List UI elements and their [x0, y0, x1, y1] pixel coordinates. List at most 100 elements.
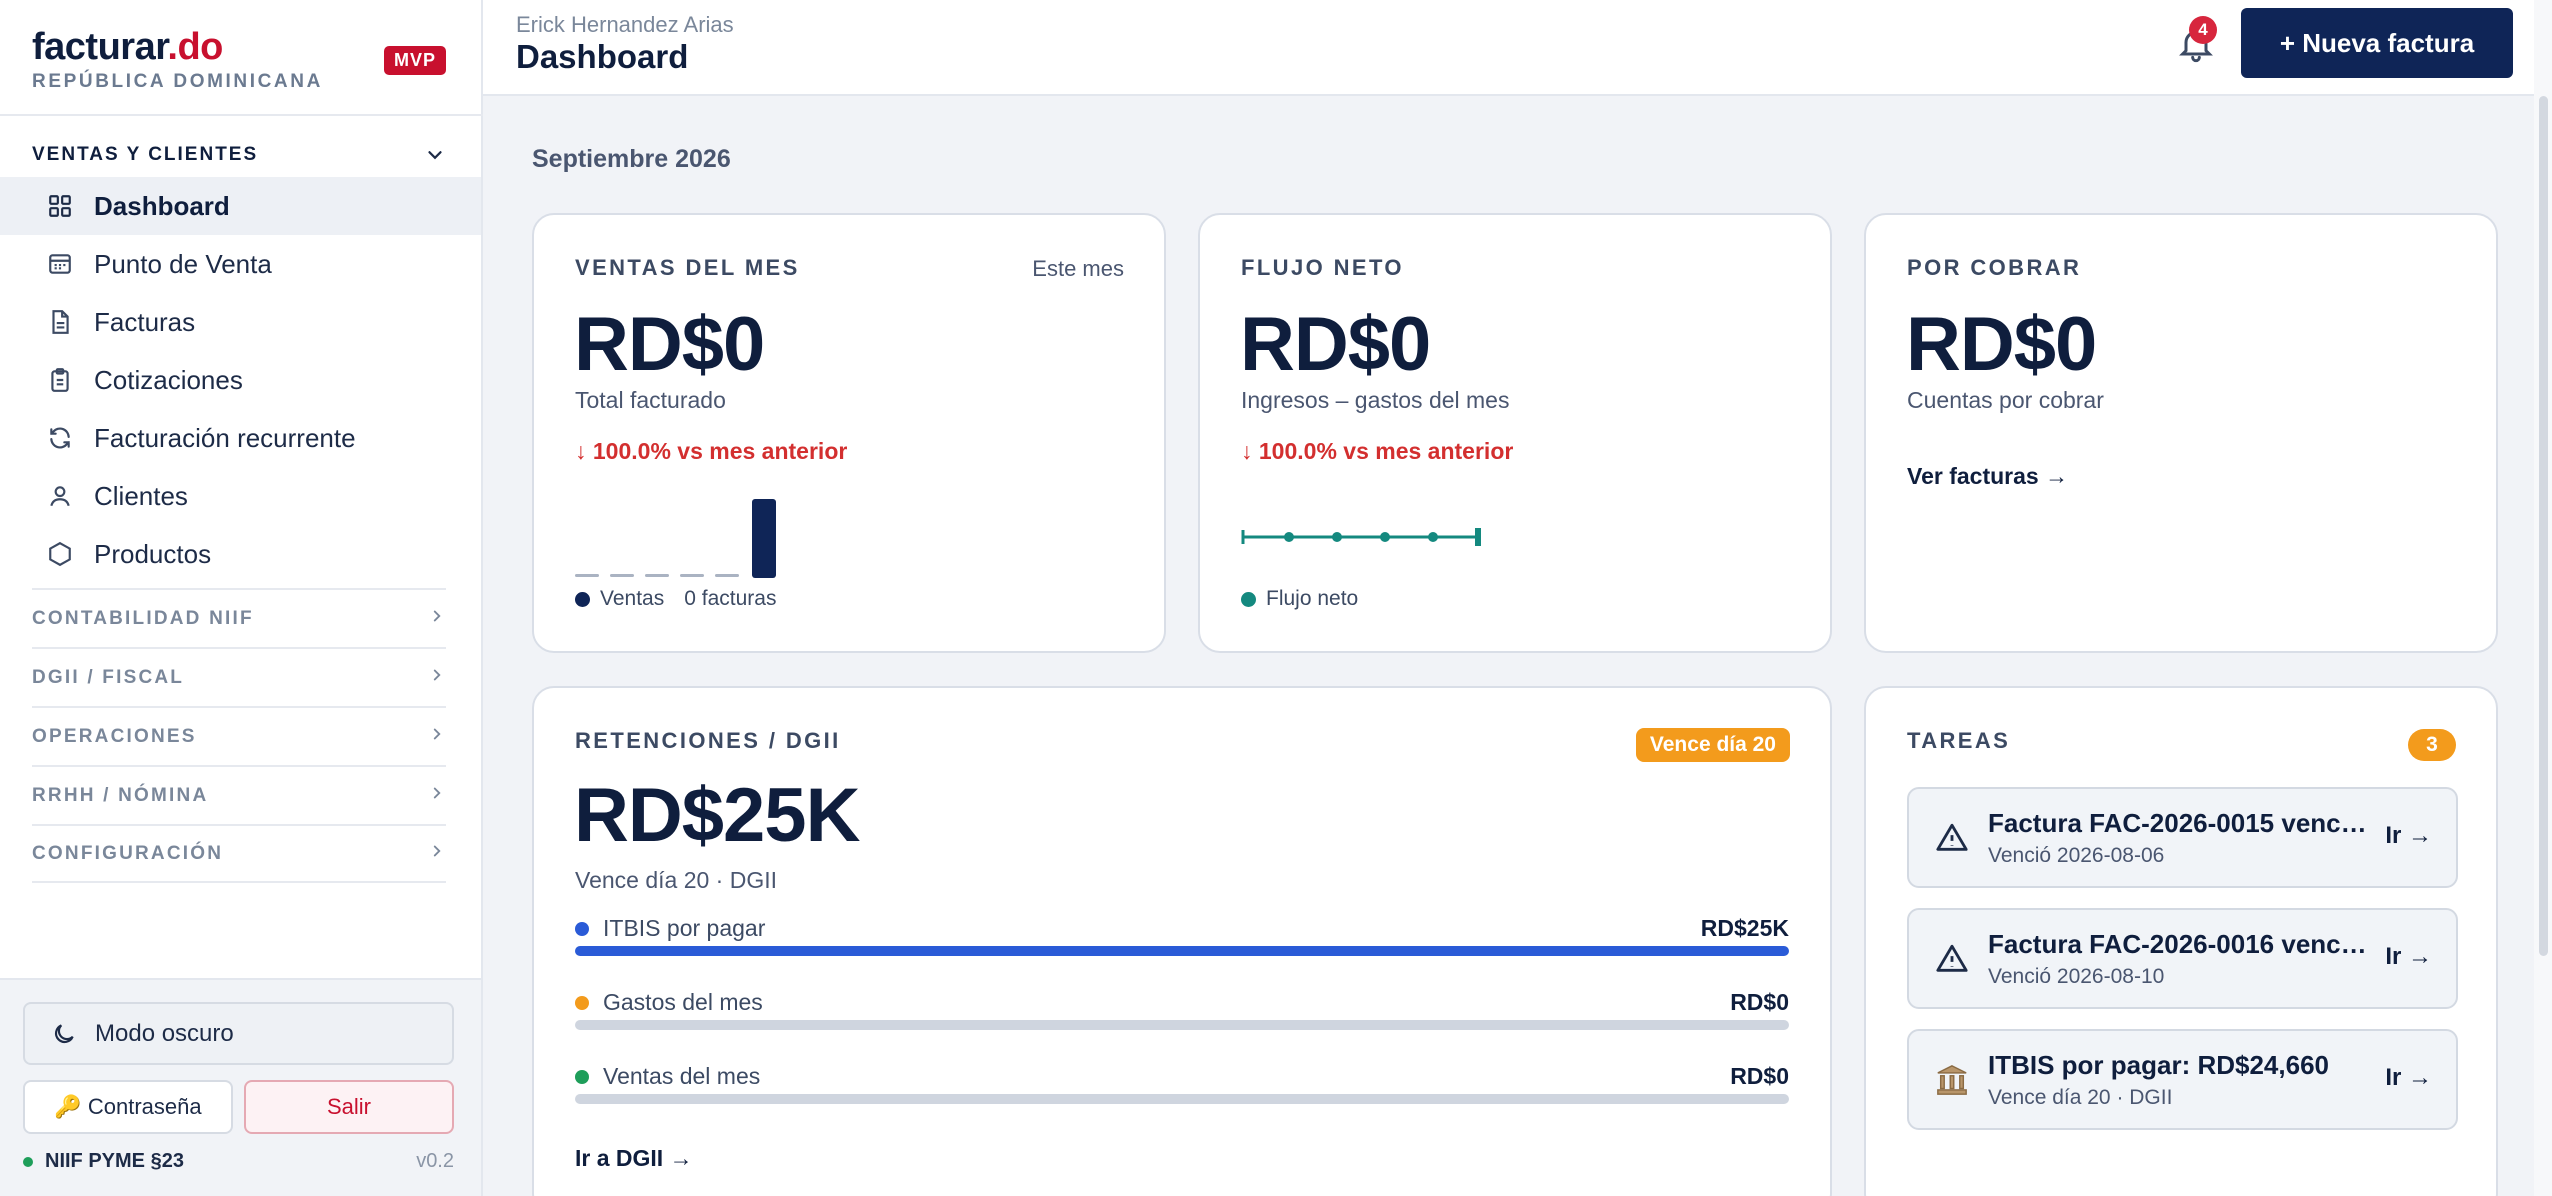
- progress-fill: [575, 946, 1789, 956]
- period-label: Septiembre 2026: [532, 145, 731, 173]
- card-label: FLUJO NETO: [1241, 255, 1404, 280]
- sales-subtitle: Total facturado: [575, 387, 726, 413]
- nav-section-label: RRHH / NÓMINA: [32, 784, 209, 806]
- dark-mode-label: Modo oscuro: [95, 1019, 234, 1047]
- sales-delta: ↓ 100.0% vs mes anterior: [575, 438, 848, 464]
- task-subtitle: Vence día 20 · DGII: [1988, 1086, 2173, 1109]
- sales-card: VENTAS DEL MES Este mes RD$0 Total factu…: [532, 213, 1166, 653]
- task-go-link[interactable]: Ir →: [2385, 1064, 2432, 1092]
- sidebar-item-clientes[interactable]: Clientes: [0, 467, 481, 525]
- range-label[interactable]: Este mes: [1032, 256, 1124, 282]
- user-name: Erick Hernandez Arias: [516, 12, 734, 37]
- brand-logo[interactable]: facturar.do REPÚBLICA DOMINICANA: [32, 26, 323, 93]
- warning-icon: [1935, 821, 1969, 855]
- task-count-badge: 3: [2408, 729, 2456, 761]
- nav-section-rrhh-nomina[interactable]: RRHH / NÓMINA: [32, 765, 446, 824]
- document-icon: [46, 308, 74, 336]
- brand-name: facturar.do: [32, 26, 223, 68]
- nav-section-operaciones[interactable]: OPERACIONES: [32, 706, 446, 765]
- nav-group-ventas-y-clientes[interactable]: VENTAS Y CLIENTES: [32, 144, 446, 168]
- page-title: Dashboard: [516, 38, 689, 75]
- sidebar-item-label: Punto de Venta: [94, 248, 272, 279]
- view-invoices-link[interactable]: Ver facturas →: [1907, 463, 2068, 490]
- chart-bar: [680, 574, 704, 577]
- row-name: Ventas del mes: [575, 1063, 760, 1090]
- row-name: Gastos del mes: [575, 989, 763, 1016]
- status-dot: [23, 1156, 33, 1167]
- task-item[interactable]: ITBIS por pagar: RD$24,660 Vence día 20 …: [1907, 1029, 2458, 1130]
- receivables-card: POR COBRAR RD$0 Cuentas por cobrar Ver f…: [1864, 213, 2498, 653]
- legend-dot: [1241, 591, 1256, 607]
- due-date-badge: Vence día 20: [1635, 728, 1790, 762]
- dark-mode-button[interactable]: Modo oscuro: [23, 1002, 454, 1065]
- sidebar-item-cotizaciones[interactable]: Cotizaciones: [0, 351, 481, 409]
- sidebar-item-punto-de-venta[interactable]: Punto de Venta: [0, 235, 481, 293]
- chevron-right-icon: [428, 784, 446, 807]
- chart-bar: [715, 574, 739, 577]
- notification-count-badge: 4: [2189, 16, 2217, 44]
- grid-icon: [46, 192, 74, 220]
- net-flow-subtitle: Ingresos – gastos del mes: [1241, 387, 1510, 413]
- brand-country: REPÚBLICA DOMINICANA: [32, 71, 323, 92]
- logout-button[interactable]: Salir: [244, 1080, 454, 1134]
- sidebar-item-facturacion-recurrente[interactable]: Facturación recurrente: [0, 409, 481, 467]
- bank-icon: [1935, 1063, 1969, 1097]
- sidebar-item-dashboard[interactable]: Dashboard: [0, 177, 481, 235]
- task-title: ITBIS por pagar: RD$24,660: [1988, 1050, 2329, 1080]
- sidebar-item-label: Facturación recurrente: [94, 422, 356, 453]
- sidebar-item-productos[interactable]: Productos: [0, 525, 481, 583]
- task-subtitle: Venció 2026-08-10: [1988, 965, 2165, 988]
- new-invoice-button[interactable]: + Nueva factura: [2241, 8, 2513, 78]
- standard-indicator: NIIF PYME §23: [23, 1150, 184, 1173]
- receivables-subtitle: Cuentas por cobrar: [1907, 387, 2104, 413]
- nav-section-label: CONTABILIDAD NIIF: [32, 607, 254, 629]
- change-password-button[interactable]: 🔑 Contraseña: [23, 1080, 233, 1134]
- nav-section-contabilidad-niif[interactable]: CONTABILIDAD NIIF: [32, 588, 446, 647]
- chart-bar: [575, 574, 599, 577]
- top-header: Erick Hernandez Arias Dashboard 4 + Nuev…: [483, 0, 2552, 96]
- chevron-right-icon: [428, 607, 446, 630]
- nav-section-label: OPERACIONES: [32, 725, 197, 747]
- nav-section-configuracion[interactable]: CONFIGURACIÓN: [32, 824, 446, 883]
- sparkline-point: [1428, 532, 1438, 542]
- net-flow-sparkline: [1241, 528, 1481, 546]
- legend-dot: [575, 591, 590, 607]
- refresh-icon: [46, 424, 74, 452]
- nav-section-label: DGII / FISCAL: [32, 666, 185, 688]
- sparkline-end-marker: [1475, 528, 1481, 546]
- clipboard-icon: [46, 366, 74, 394]
- chevron-right-icon: [428, 842, 446, 865]
- task-go-link[interactable]: Ir →: [2385, 943, 2432, 971]
- sidebar-item-facturas[interactable]: Facturas: [0, 293, 481, 351]
- task-title: Factura FAC-2026-0015 vencida: [1988, 808, 2368, 838]
- chart-bar: [752, 499, 776, 578]
- net-flow-delta: ↓ 100.0% vs mes anterior: [1241, 438, 1514, 464]
- task-item[interactable]: Factura FAC-2026-0016 vencida Venció 202…: [1907, 908, 2458, 1009]
- chevron-right-icon: [428, 666, 446, 689]
- chart-bar: [645, 574, 669, 577]
- task-title: Factura FAC-2026-0016 vencida: [1988, 929, 2368, 959]
- chart-bar: [610, 574, 634, 577]
- sidebar-item-label: Cotizaciones: [94, 364, 243, 395]
- task-item[interactable]: Factura FAC-2026-0015 vencida Venció 202…: [1907, 787, 2458, 888]
- progress-track: [575, 1020, 1789, 1030]
- progress-track: [575, 1094, 1789, 1104]
- sidebar-item-label: Clientes: [94, 480, 188, 511]
- sidebar: facturar.do REPÚBLICA DOMINICANA MVP VEN…: [0, 0, 483, 1196]
- chevron-down-icon: [424, 144, 446, 171]
- task-go-link[interactable]: Ir →: [2385, 822, 2432, 850]
- receivables-value: RD$0: [1906, 302, 2097, 387]
- divider: [0, 114, 483, 116]
- scrollbar-thumb[interactable]: [2539, 96, 2548, 956]
- nav-group-label: VENTAS Y CLIENTES: [32, 144, 259, 165]
- sidebar-item-label: Productos: [94, 538, 212, 569]
- card-label: RETENCIONES / DGII: [575, 728, 841, 753]
- go-to-dgii-link[interactable]: Ir a DGII →: [575, 1145, 693, 1172]
- legend-dot: [575, 995, 589, 1010]
- nav-section-dgii-fiscal[interactable]: DGII / FISCAL: [32, 647, 446, 706]
- card-label: POR COBRAR: [1907, 255, 2082, 280]
- user-icon: [46, 482, 74, 510]
- chevron-right-icon: [428, 725, 446, 748]
- row-amount: RD$0: [1730, 989, 1789, 1015]
- sparkline-point: [1284, 532, 1294, 542]
